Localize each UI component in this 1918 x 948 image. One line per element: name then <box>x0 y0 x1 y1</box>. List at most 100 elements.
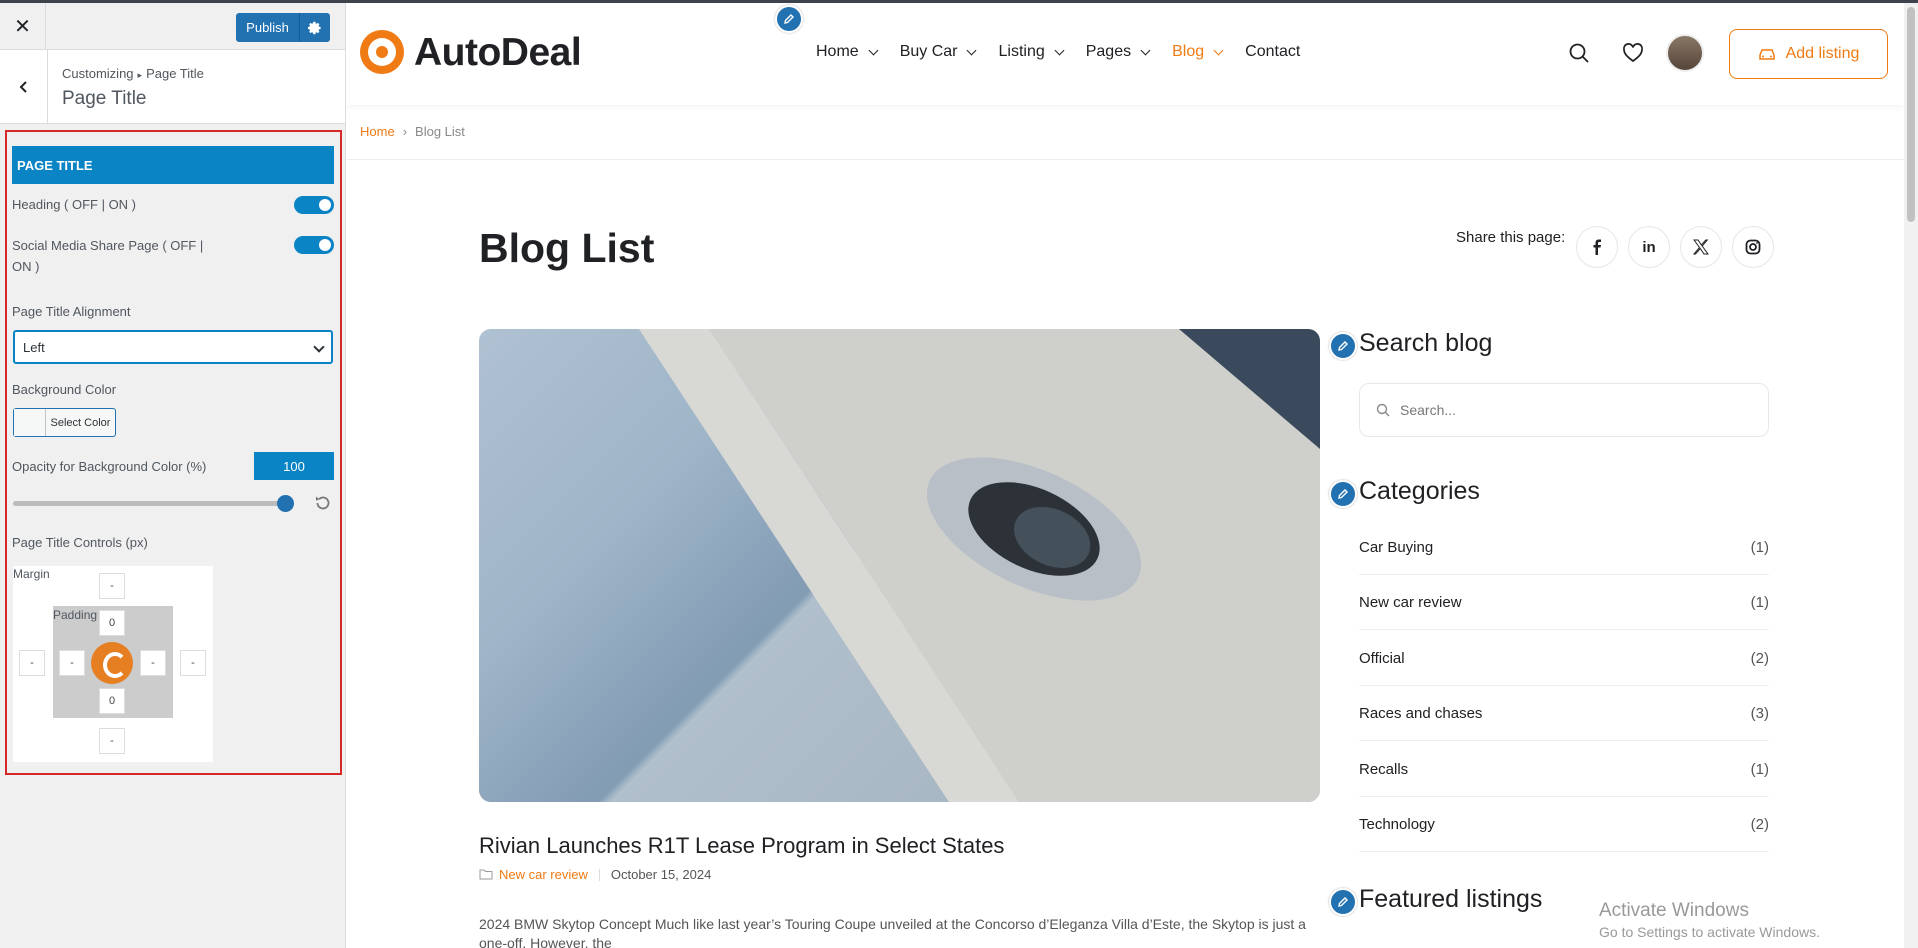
social-share-toggle[interactable] <box>294 236 334 254</box>
category-item[interactable]: Races and chases (3) <box>1359 686 1769 741</box>
search-blog-heading: Search blog <box>1359 329 1493 357</box>
x-icon[interactable] <box>1680 226 1722 268</box>
activate-windows-watermark: Activate Windows Go to Settings to activ… <box>1599 900 1820 940</box>
heart-icon[interactable] <box>1621 41 1645 65</box>
breadcrumb-separator: ▸ <box>137 70 143 80</box>
margin-right-input[interactable]: - <box>180 650 206 676</box>
margin-top-input[interactable]: - <box>99 573 125 599</box>
padding-bottom-input[interactable]: 0 <box>99 688 125 714</box>
opacity-slider-handle[interactable] <box>277 495 294 512</box>
search-icon[interactable] <box>1567 41 1591 65</box>
chevron-left-icon <box>19 81 27 93</box>
opacity-number-input[interactable]: 100 <box>254 452 334 480</box>
nav-label: Blog <box>1172 43 1205 60</box>
nav-item-blog[interactable]: Blog <box>1172 43 1224 61</box>
edit-menu-pencil-icon[interactable] <box>775 5 803 33</box>
publish-settings-gear-icon[interactable] <box>300 13 330 42</box>
margin-left-input[interactable]: - <box>19 650 45 676</box>
customizer-header: ✕ Publish <box>0 3 345 50</box>
user-avatar[interactable] <box>1666 34 1704 72</box>
heading-toggle-label: Heading ( OFF | ON ) <box>12 197 137 212</box>
post-title[interactable]: Rivian Launches R1T Lease Program in Sel… <box>479 833 1004 859</box>
nav-label: Contact <box>1245 43 1301 60</box>
publish-button[interactable]: Publish <box>236 13 300 42</box>
chevron-down-icon <box>868 45 879 55</box>
categories-heading: Categories <box>1359 477 1480 505</box>
post-excerpt: 2024 BMW Skytop Concept Much like last y… <box>479 916 1306 948</box>
section-title: Page Title <box>62 88 147 109</box>
nav-item-listing[interactable]: Listing <box>998 43 1065 61</box>
post-featured-image[interactable] <box>479 329 1320 802</box>
section-heading: Customizing ▸ Page Title Page Title <box>0 50 345 124</box>
breadcrumb-current: Blog List <box>415 124 465 139</box>
panel-header: PAGE TITLE <box>12 146 334 184</box>
scrollbar-thumb[interactable] <box>1907 7 1915 222</box>
category-item[interactable]: Car Buying (1) <box>1359 520 1769 575</box>
blog-search-input[interactable]: Search... <box>1359 383 1769 437</box>
site-logo[interactable]: AutoDeal <box>414 31 582 75</box>
color-swatch <box>14 409 46 436</box>
padding-top-input[interactable]: 0 <box>99 610 125 636</box>
site-header: AutoDeal Home Buy Car Listing Pages Blog… <box>347 3 1904 105</box>
edit-widget-pencil-icon[interactable] <box>1329 480 1357 508</box>
linkedin-icon[interactable]: in <box>1628 226 1670 268</box>
alignment-selected-value: Left <box>23 339 45 355</box>
preview-scrollbar[interactable] <box>1904 3 1918 948</box>
breadcrumb-home-link[interactable]: Home <box>360 124 395 139</box>
customizer-breadcrumb: Customizing ▸ Page Title <box>62 66 204 81</box>
breadcrumb-root: Customizing <box>62 66 134 81</box>
heading-toggle[interactable] <box>294 196 334 214</box>
padding-right-input[interactable]: - <box>140 650 166 676</box>
box-model-editor: Margin - - - - Padding 0 - - 0 <box>13 566 213 762</box>
category-item[interactable]: Recalls (1) <box>1359 742 1769 797</box>
category-name: Recalls <box>1359 760 1409 778</box>
customizer-panel: ✕ Publish Customizing ▸ Page Title Page Ti… <box>0 3 346 948</box>
category-count: (2) <box>1750 815 1769 833</box>
nav-item-home[interactable]: Home <box>816 43 879 61</box>
edit-widget-pencil-icon[interactable] <box>1329 332 1357 360</box>
opacity-slider-track[interactable] <box>13 501 289 506</box>
padding-left-input[interactable]: - <box>59 650 85 676</box>
category-count: (2) <box>1750 649 1769 667</box>
steering-wheel-logo-icon[interactable] <box>360 30 404 74</box>
category-name: New car review <box>1359 593 1462 611</box>
page-title: Blog List <box>479 225 655 271</box>
add-listing-button[interactable]: Add listing <box>1729 29 1888 79</box>
post-category-link[interactable]: New car review <box>499 867 588 882</box>
search-icon <box>1376 403 1390 417</box>
chevron-down-icon <box>967 45 977 55</box>
controls-label: Page Title Controls (px) <box>12 535 148 550</box>
nav-item-contact[interactable]: Contact <box>1245 43 1300 61</box>
instagram-icon[interactable] <box>1732 226 1774 268</box>
edit-widget-pencil-icon[interactable] <box>1329 888 1357 916</box>
toggle-knob <box>319 239 331 251</box>
alignment-select[interactable]: Left <box>13 330 333 364</box>
category-item[interactable]: Official (2) <box>1359 631 1769 686</box>
close-customizer-button[interactable]: ✕ <box>0 3 46 50</box>
back-button[interactable] <box>0 50 48 124</box>
post-meta: New car review October 15, 2024 <box>479 867 711 882</box>
meta-divider <box>598 868 600 881</box>
opacity-label: Opacity for Background Color (%) <box>12 459 207 474</box>
background-color-label: Background Color <box>12 382 117 397</box>
toggle-knob <box>319 199 331 211</box>
nav-label: Buy Car <box>899 43 958 60</box>
category-item[interactable]: Technology (2) <box>1359 797 1769 852</box>
reset-icon[interactable] <box>313 493 333 513</box>
category-count: (1) <box>1750 538 1769 556</box>
category-item[interactable]: New car review (1) <box>1359 575 1769 630</box>
nav-label: Home <box>816 43 859 60</box>
select-color-button[interactable]: Select Color <box>13 408 116 437</box>
search-placeholder: Search... <box>1400 402 1457 418</box>
padding-label: Padding <box>53 608 98 622</box>
social-share-label-line2: ON ) <box>12 259 40 274</box>
nav-item-buy-car[interactable]: Buy Car <box>899 43 977 61</box>
nav-item-pages[interactable]: Pages <box>1086 43 1151 61</box>
folder-icon <box>479 869 493 880</box>
margin-bottom-input[interactable]: - <box>99 728 125 754</box>
breadcrumb: Home › Blog List <box>360 124 465 139</box>
facebook-icon[interactable] <box>1576 226 1618 268</box>
select-color-label: Select Color <box>50 416 111 429</box>
category-count: (1) <box>1750 593 1769 611</box>
social-share-label-line1: Social Media Share Page ( OFF | <box>12 238 204 253</box>
